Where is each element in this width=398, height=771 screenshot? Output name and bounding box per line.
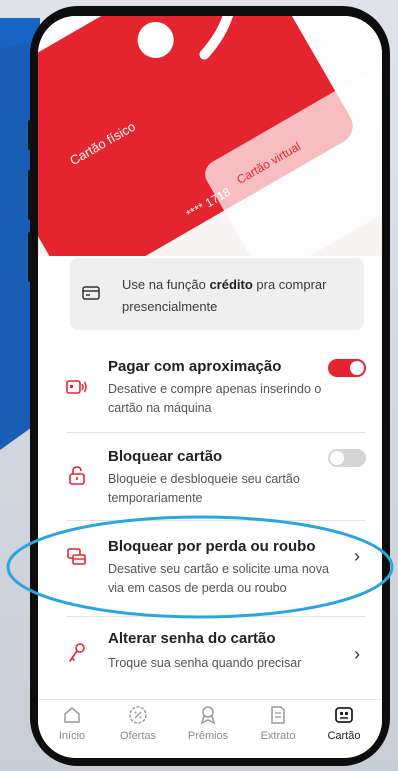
- phone-side-button: [28, 120, 32, 150]
- nav-item-inicio[interactable]: Início: [38, 704, 106, 742]
- bottom-nav: Início Ofertas Prêmios Extrato Cartão: [38, 699, 382, 758]
- option-title: Alterar senha do cartão: [108, 630, 276, 647]
- nav-label: Extrato: [260, 730, 296, 742]
- chevron-right-icon: ›: [354, 546, 360, 566]
- phone-side-button: [28, 232, 32, 282]
- lock-icon: [69, 466, 85, 485]
- card-nav-icon: [335, 707, 353, 723]
- option-block-lost-stolen[interactable]: Bloquear por perda ou roubo Desative seu…: [38, 524, 382, 612]
- info-box: Use na função crédito pra comprar presen…: [70, 258, 364, 330]
- home-icon: [64, 707, 80, 723]
- nav-label: Ofertas: [119, 730, 157, 742]
- offers-icon: [129, 706, 147, 724]
- toggle-knob: [350, 361, 364, 375]
- info-text-bold: crédito: [209, 277, 253, 292]
- option-title: Bloquear cartão: [108, 448, 223, 465]
- option-title: Pagar com aproximação: [108, 358, 282, 375]
- cards-block-icon: [67, 548, 86, 565]
- nav-label: Prêmios: [187, 730, 229, 742]
- option-subtitle: Troque sua senha quando precisar: [108, 656, 302, 670]
- nav-item-ofertas[interactable]: Ofertas: [104, 704, 172, 742]
- option-change-password[interactable]: Alterar senha do cartão Troque sua senha…: [38, 620, 382, 692]
- divider: [66, 616, 366, 617]
- nav-item-cartao[interactable]: Cartão: [310, 704, 378, 742]
- nav-item-extrato[interactable]: Extrato: [244, 704, 312, 742]
- contactless-icon: [66, 380, 87, 394]
- toggle-knob: [330, 451, 344, 465]
- option-subtitle: Bloqueie e desbloqueie seu cartão tempor…: [108, 472, 300, 505]
- nav-label: Cartão: [327, 730, 361, 742]
- block-card-toggle[interactable]: [328, 449, 366, 467]
- divider: [66, 520, 366, 521]
- statement-icon: [271, 706, 285, 724]
- nav-item-premios[interactable]: Prêmios: [174, 704, 242, 742]
- chevron-right-icon: ›: [354, 644, 360, 664]
- phone-screen: Cartão físico **** 1718 Cartão virtual U…: [38, 16, 382, 758]
- option-subtitle: Desative seu cartão e solicite uma nova …: [108, 562, 329, 595]
- card-visual: [38, 16, 382, 256]
- phone-side-button: [28, 170, 32, 220]
- card-icon: [82, 286, 100, 300]
- option-subtitle: Desative e compre apenas inserindo o car…: [108, 382, 322, 415]
- option-title: Bloquear por perda ou roubo: [108, 538, 316, 555]
- option-block-card[interactable]: Bloquear cartão Bloqueie e desbloqueie s…: [38, 436, 382, 516]
- info-text: Use na função crédito pra comprar presen…: [122, 277, 327, 314]
- key-icon: [69, 643, 85, 662]
- nav-label: Início: [58, 730, 86, 742]
- contactless-toggle[interactable]: [328, 359, 366, 377]
- card-carousel[interactable]: Cartão físico **** 1718 Cartão virtual: [38, 16, 382, 256]
- option-contactless[interactable]: Pagar com aproximação Desative e compre …: [38, 346, 382, 426]
- prizes-icon: [200, 706, 216, 725]
- divider: [66, 432, 366, 433]
